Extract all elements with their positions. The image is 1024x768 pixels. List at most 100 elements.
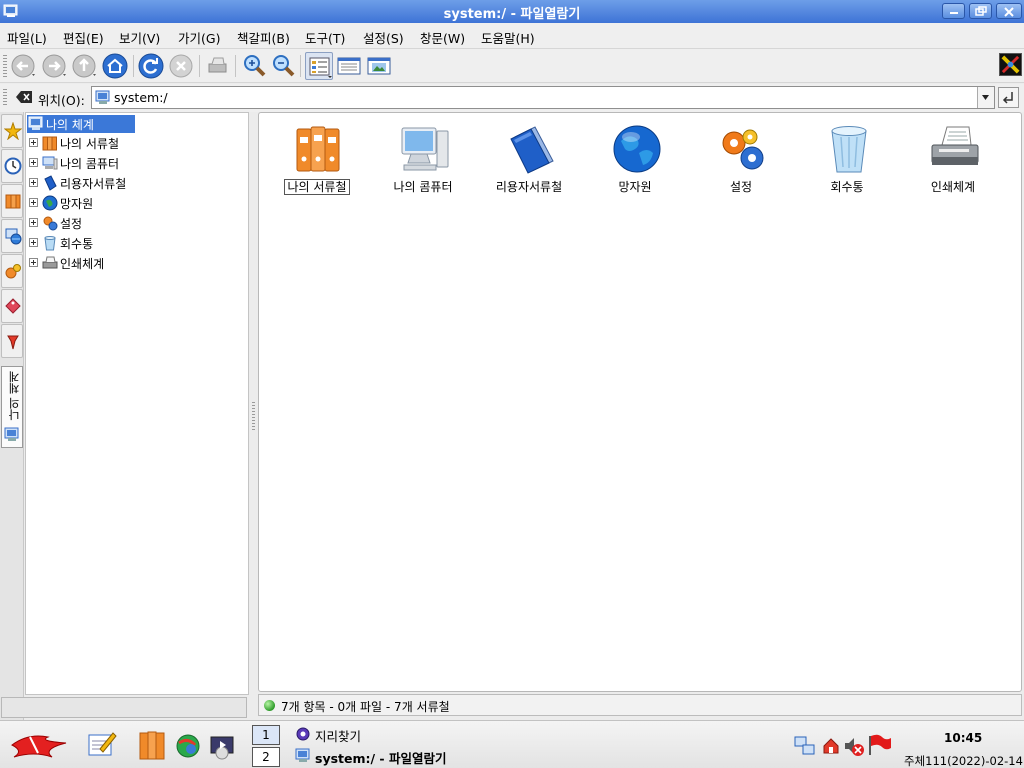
icon-item[interactable]: 회수통 bbox=[795, 123, 899, 203]
tree-item-label: 리용자서류철 bbox=[60, 177, 127, 191]
detail-view-button[interactable] bbox=[335, 52, 363, 80]
tab-media[interactable] bbox=[1, 289, 23, 323]
taskbar: 1 2 지리찾기 system:/ - 파일열람기 10:45 주체111(20… bbox=[0, 720, 1024, 768]
expand-icon[interactable] bbox=[29, 258, 38, 267]
trash-icon bbox=[44, 236, 56, 251]
folder-binders-icon bbox=[42, 136, 57, 151]
menu-settings[interactable]: 설정(S) bbox=[363, 28, 404, 47]
tab-history[interactable] bbox=[1, 149, 23, 183]
icon-item[interactable]: 망자원 bbox=[583, 123, 687, 203]
menu-edit[interactable]: 편집(E) bbox=[63, 28, 104, 47]
tab-services[interactable] bbox=[1, 254, 23, 288]
icon-item[interactable]: 설정 bbox=[689, 123, 793, 203]
tab-my-system[interactable]: 나의 체계 bbox=[1, 366, 23, 448]
home-button[interactable] bbox=[101, 52, 129, 80]
home-icon bbox=[102, 53, 128, 79]
toolbar-separator bbox=[133, 55, 134, 77]
update-house-icon[interactable] bbox=[822, 737, 840, 755]
tab-home-folder[interactable] bbox=[1, 184, 23, 218]
window-title: system:/ - 파일열람기 bbox=[443, 7, 581, 22]
file-icon-view[interactable]: 나의 서류철 나의 콤퓨터 리용자서류철 망자원 설정 회수통 인쇄체계 bbox=[258, 112, 1022, 692]
user-folders-icon bbox=[510, 126, 554, 174]
tab-pinned[interactable] bbox=[1, 324, 23, 358]
network-status-icon[interactable] bbox=[793, 735, 817, 757]
reload-button[interactable] bbox=[137, 52, 165, 80]
expand-icon[interactable] bbox=[29, 218, 38, 227]
expand-icon[interactable] bbox=[29, 198, 38, 207]
menu-file[interactable]: 파일(L) bbox=[7, 28, 47, 47]
clear-location-icon[interactable] bbox=[15, 90, 33, 104]
zoom-in-button[interactable] bbox=[240, 52, 268, 80]
toolbar-grip[interactable] bbox=[3, 55, 7, 77]
trash-icon bbox=[831, 126, 867, 173]
start-menu-icon[interactable] bbox=[8, 727, 70, 763]
browser-globe-icon[interactable] bbox=[175, 733, 201, 759]
system-icon bbox=[28, 116, 43, 130]
go-button[interactable] bbox=[998, 87, 1019, 108]
close-icon bbox=[1004, 7, 1014, 17]
icon-item[interactable]: 나의 서류철 bbox=[265, 123, 369, 203]
close-button[interactable] bbox=[996, 3, 1022, 19]
location-field[interactable] bbox=[91, 86, 995, 109]
title-bar[interactable]: system:/ - 파일열람기 bbox=[0, 0, 1024, 23]
settings-gears-icon bbox=[722, 129, 764, 170]
menu-bookmarks[interactable]: 책갈피(B) bbox=[237, 28, 290, 47]
folder-tree[interactable]: 나의 체계 나의 서류철 나의 콤퓨터 리용자서류철 망자원 설정 회수통 인쇄… bbox=[25, 112, 249, 695]
location-dropdown-button[interactable] bbox=[977, 87, 994, 108]
up-button[interactable] bbox=[71, 52, 99, 80]
menu-view[interactable]: 보기(V) bbox=[119, 28, 160, 47]
print-button[interactable] bbox=[203, 52, 231, 80]
expand-icon[interactable] bbox=[29, 178, 38, 187]
tree-item-label: 인쇄체계 bbox=[60, 257, 105, 271]
icon-item[interactable]: 리용자서류철 bbox=[477, 123, 581, 203]
tree-item-label: 나의 서류철 bbox=[60, 137, 120, 151]
tree-item-label: 회수통 bbox=[60, 237, 94, 251]
tree-item-label: 망자원 bbox=[60, 197, 94, 211]
system-icon bbox=[4, 427, 19, 441]
icon-view-button[interactable] bbox=[305, 52, 333, 80]
expand-icon[interactable] bbox=[29, 238, 38, 247]
app-logo-icon bbox=[999, 53, 1022, 76]
tree-item-label: 나의 콤퓨터 bbox=[60, 157, 120, 171]
back-button[interactable] bbox=[10, 52, 38, 80]
printer-icon bbox=[931, 126, 979, 165]
minimize-button[interactable] bbox=[942, 3, 965, 19]
icon-item[interactable]: 인쇄체계 bbox=[901, 123, 1005, 203]
menu-help[interactable]: 도움말(H) bbox=[481, 28, 535, 47]
tab-bookmarks[interactable] bbox=[1, 114, 23, 148]
text-editor-icon[interactable] bbox=[86, 729, 118, 761]
clock[interactable]: 10:45 bbox=[944, 731, 982, 745]
expand-icon[interactable] bbox=[29, 158, 38, 167]
expand-icon[interactable] bbox=[29, 138, 38, 147]
menu-go[interactable]: 가기(G) bbox=[178, 28, 220, 47]
tab-network[interactable] bbox=[1, 219, 23, 253]
reload-icon bbox=[138, 53, 164, 79]
maximize-button[interactable] bbox=[969, 3, 992, 19]
zoom-out-icon bbox=[273, 55, 295, 77]
desktop-2-button[interactable]: 2 bbox=[252, 747, 280, 767]
desktop-1-button[interactable]: 1 bbox=[252, 725, 280, 745]
status-text: 7개 항목 - 0개 파일 - 7개 서류철 bbox=[281, 700, 450, 714]
icon-item[interactable]: 나의 콤퓨터 bbox=[371, 123, 475, 203]
pin-icon bbox=[7, 335, 19, 350]
system-icon bbox=[295, 748, 310, 762]
status-led-icon bbox=[264, 700, 275, 711]
restore-icon bbox=[975, 6, 987, 16]
keyboard-layout-flag-icon[interactable] bbox=[866, 733, 892, 757]
media-player-icon[interactable] bbox=[208, 731, 236, 761]
folder-binders-icon[interactable] bbox=[138, 729, 168, 761]
preview-button[interactable] bbox=[365, 52, 393, 80]
main-toolbar bbox=[0, 49, 1024, 83]
printer-icon bbox=[42, 256, 58, 269]
panel-splitter[interactable] bbox=[250, 112, 257, 718]
zoom-out-button[interactable] bbox=[269, 52, 297, 80]
volume-muted-icon[interactable] bbox=[843, 735, 865, 757]
stop-button[interactable] bbox=[167, 52, 195, 80]
menu-tools[interactable]: 도구(T) bbox=[305, 28, 345, 47]
menu-window[interactable]: 창문(W) bbox=[420, 28, 465, 47]
tab-my-system-label: 나의 체계 bbox=[7, 371, 21, 421]
location-input[interactable] bbox=[114, 89, 964, 106]
forward-button[interactable] bbox=[41, 52, 69, 80]
locationbar-grip[interactable] bbox=[3, 89, 7, 107]
tree-root-my-system[interactable]: 나의 체계 bbox=[27, 115, 135, 133]
